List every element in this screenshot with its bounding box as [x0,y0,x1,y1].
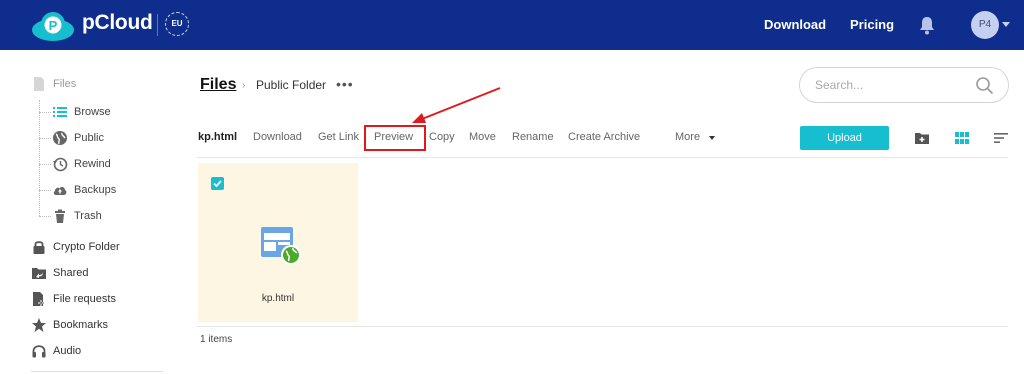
sidebar-item-bookmarks[interactable]: Bookmarks [31,315,108,335]
new-folder-icon[interactable] [914,130,930,146]
chevron-down-icon[interactable] [1002,22,1010,27]
shared-folder-icon [32,268,46,279]
rename-action[interactable]: Rename [512,131,554,143]
caret-down-icon[interactable] [709,136,715,140]
folder-options-button[interactable]: ••• [336,76,354,92]
download-action[interactable]: Download [253,131,302,143]
sidebar-item-label: Public [74,132,104,144]
file-name: kp.html [261,293,295,304]
get-link-action[interactable]: Get Link [318,131,359,143]
nav-pricing-link[interactable]: Pricing [850,17,894,32]
pcloud-logo-icon[interactable]: P [31,10,75,42]
sidebar-item-label: Trash [74,210,102,222]
file-checkbox[interactable] [211,177,224,190]
move-action[interactable]: Move [469,131,496,143]
sidebar-item-backups[interactable]: Backups [52,180,116,200]
html-web-file-icon [261,227,301,265]
logo-divider [157,14,158,36]
trash-icon [55,209,65,223]
sidebar-item-rewind[interactable]: Rewind [52,154,111,174]
tree-connector [39,100,40,216]
selected-file-name: kp.html [198,131,238,143]
search-icon[interactable] [975,76,994,95]
sidebar-item-label: Crypto Folder [53,241,120,253]
grid-view-icon[interactable] [954,130,970,146]
breadcrumb-separator-icon: › [242,80,246,91]
sidebar-item-browse[interactable]: Browse [52,102,111,122]
sidebar-item-label: Files [53,78,77,90]
file-request-icon [33,292,44,306]
toolbar-divider [197,157,1008,158]
sort-icon[interactable] [993,130,1009,146]
sidebar-item-label: File requests [53,293,116,305]
list-icon [53,107,67,117]
rewind-icon [53,157,68,172]
sidebar-divider [31,371,163,372]
tree-branch [39,190,51,191]
upload-button[interactable]: Upload [800,126,889,150]
top-bar: P pCloud EU Download Pricing P4 [0,0,1024,50]
nav-download-link[interactable]: Download [764,17,826,32]
more-actions-dropdown[interactable]: More [675,131,700,143]
annotation-arrow-icon [412,87,501,123]
logo-text[interactable]: pCloud [82,11,153,35]
notifications-bell-icon[interactable] [918,15,936,35]
sidebar-item-file-requests[interactable]: File requests [31,289,116,309]
svg-text:P: P [49,18,58,33]
sidebar-item-files[interactable]: Files [31,74,76,94]
sidebar-item-audio[interactable]: Audio [31,341,81,361]
grid-divider [197,326,1008,327]
star-icon [32,318,46,332]
tree-branch [39,138,51,139]
headphones-icon [32,345,46,358]
sidebar-item-shared[interactable]: Shared [31,263,88,283]
items-count: 1 items [200,334,233,345]
cloud-upload-icon [53,186,67,195]
file-card[interactable]: kp.html [198,163,358,322]
breadcrumb-root[interactable]: Files [200,76,236,94]
user-avatar[interactable]: P4 [971,11,999,39]
tree-branch [39,164,51,165]
create-archive-action[interactable]: Create Archive [568,131,640,143]
sidebar-item-crypto-folder[interactable]: Crypto Folder [31,237,120,257]
sidebar-item-label: Rewind [74,158,111,170]
globe-icon [53,131,67,145]
tree-branch [39,112,51,113]
sidebar-item-trash[interactable]: Trash [52,206,102,226]
copy-action[interactable]: Copy [429,131,455,143]
breadcrumb-current: Public Folder [256,78,327,92]
search-box[interactable] [799,67,1009,103]
file-icon [34,77,44,91]
sidebar-item-public[interactable]: Public [52,128,104,148]
sidebar-item-label: Shared [53,267,89,279]
tree-branch [39,216,51,217]
lock-icon [33,241,45,254]
sidebar-item-label: Bookmarks [53,319,109,331]
search-input[interactable] [815,77,965,93]
eu-region-badge: EU [165,12,189,36]
sidebar-item-label: Browse [74,106,111,118]
sidebar-item-label: Backups [74,184,117,196]
sidebar-item-label: Audio [53,345,82,357]
checkmark-icon [213,180,222,188]
